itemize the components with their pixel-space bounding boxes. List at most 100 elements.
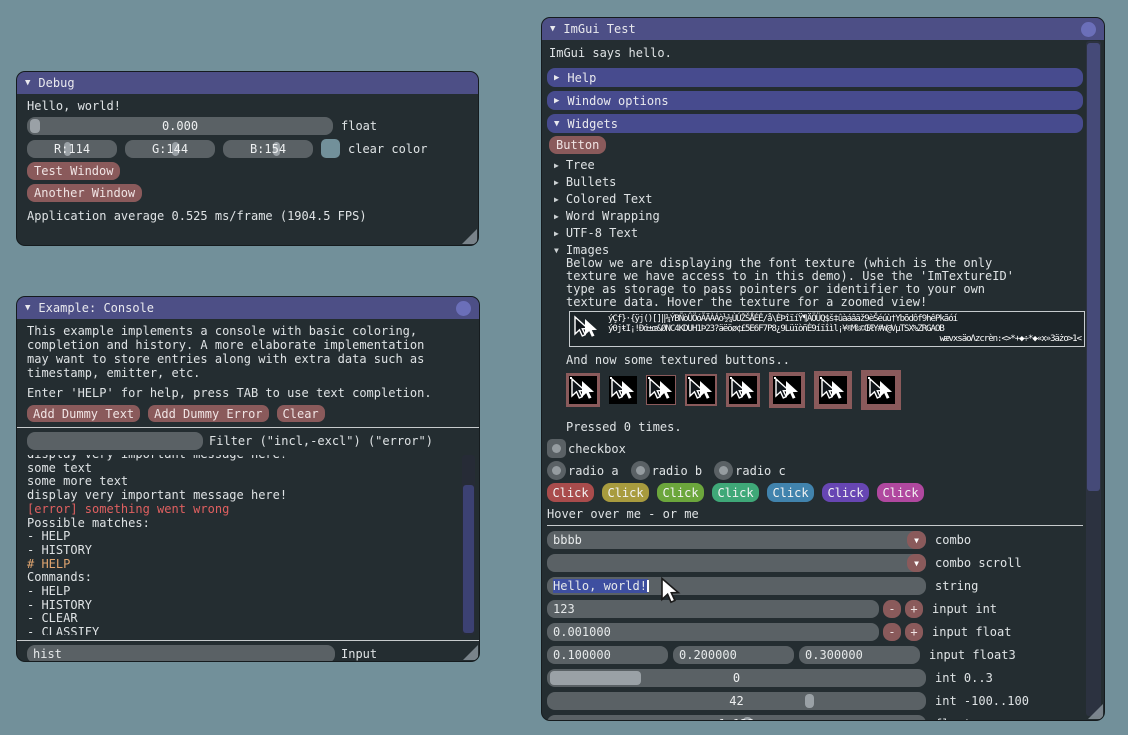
input-float-field[interactable]: 0.001000 — [547, 623, 879, 641]
color-slider[interactable]: G:144 — [125, 140, 215, 158]
checkbox[interactable] — [547, 439, 566, 458]
console-titlebar[interactable]: ▼ Example: Console — [17, 297, 479, 319]
string-input[interactable]: Hello, world! — [547, 577, 926, 595]
image-button[interactable] — [685, 374, 717, 406]
clear-button[interactable]: Clear — [277, 405, 325, 422]
slider-value: B:154 — [223, 140, 313, 158]
tree-item-tree[interactable]: ▶Tree — [547, 158, 1083, 172]
debug-titlebar[interactable]: ▼ Debug — [17, 72, 478, 94]
resize-grip[interactable] — [1088, 704, 1103, 719]
slider-value: R:114 — [27, 140, 117, 158]
console-log[interactable]: display very important message here!some… — [27, 455, 475, 635]
chevron-down-icon: ▼ — [914, 559, 919, 568]
test-window-button[interactable]: Test Window — [27, 162, 120, 180]
cursor-pair-icon — [819, 376, 847, 404]
slider-int-100[interactable]: 42 — [547, 692, 926, 710]
log-line: - HISTORY — [27, 544, 475, 558]
input-int-field[interactable]: 123 — [547, 600, 879, 618]
log-line: - HELP — [27, 530, 475, 544]
click-button[interactable]: Click — [657, 483, 704, 502]
combo[interactable]: bbbb ▼ — [547, 531, 926, 549]
widgets-button[interactable]: Button — [549, 136, 606, 154]
tree-item-label: UTF-8 Text — [566, 226, 638, 240]
images-description-line: texture data. Hover the texture for a zo… — [566, 296, 1083, 309]
resize-grip[interactable] — [462, 229, 477, 244]
input-int-label: input int — [932, 602, 997, 616]
cursor-texture-image — [867, 376, 895, 404]
image-button[interactable] — [566, 373, 600, 407]
collapse-arrow-icon[interactable]: ▼ — [25, 304, 30, 313]
scrollbar-thumb[interactable] — [463, 485, 474, 633]
close-button[interactable] — [1081, 22, 1096, 37]
slider-float-label: float — [935, 717, 971, 721]
combo-scroll[interactable]: ▼ — [547, 554, 926, 572]
add-dummy-error-button[interactable]: Add Dummy Error — [148, 405, 268, 422]
add-dummy-text-button[interactable]: Add Dummy Text — [27, 405, 140, 422]
imgui-test-titlebar[interactable]: ▼ ImGui Test — [542, 18, 1104, 40]
tree-item-word-wrapping[interactable]: ▶Word Wrapping — [547, 209, 1083, 223]
collapse-arrow-icon[interactable]: ▼ — [25, 79, 30, 88]
console-intro-text: This example implements a console with b… — [27, 324, 469, 380]
input-float3-y[interactable]: 0.200000 — [673, 646, 794, 664]
radio-button-b[interactable] — [631, 461, 650, 480]
minus-button[interactable]: - — [883, 600, 901, 618]
click-button[interactable]: Click — [822, 483, 869, 502]
click-button[interactable]: Click — [602, 483, 649, 502]
filter-label: Filter ("incl,-excl") ("error") — [209, 434, 433, 448]
header-widgets[interactable]: ▼ Widgets — [547, 114, 1083, 133]
image-button[interactable] — [609, 376, 637, 404]
input-float3-z[interactable]: 0.300000 — [799, 646, 920, 664]
tree-item-colored-text[interactable]: ▶Colored Text — [547, 192, 1083, 206]
tree-item-bullets[interactable]: ▶ Bullets — [547, 175, 1083, 189]
tree-item-utf-8-text[interactable]: ▶UTF-8 Text — [547, 226, 1083, 240]
image-button[interactable] — [769, 372, 805, 408]
tree-arrow-icon: ▶ — [554, 178, 559, 187]
minus-button[interactable]: - — [883, 623, 901, 641]
collapse-arrow-icon[interactable]: ▼ — [550, 25, 555, 34]
radio-label: radio b — [652, 464, 703, 478]
radio-button-c[interactable] — [714, 461, 733, 480]
clear-color-label: clear color — [348, 142, 427, 156]
header-window-options[interactable]: ▶ Window options — [547, 91, 1083, 110]
image-button[interactable] — [726, 373, 760, 407]
another-window-button[interactable]: Another Window — [27, 184, 142, 202]
scrollbar-track[interactable] — [462, 455, 475, 635]
color-slider[interactable]: R:114 — [27, 140, 117, 158]
input-float3-x[interactable]: 0.100000 — [547, 646, 668, 664]
image-button[interactable] — [861, 370, 901, 410]
float-slider[interactable]: 0.000 — [27, 117, 333, 135]
slider-float[interactable]: 1.123 — [547, 715, 926, 721]
plus-button[interactable]: + — [905, 623, 923, 641]
tree-item-label: Word Wrapping — [566, 209, 660, 223]
image-button[interactable] — [814, 371, 852, 409]
tree-arrow-icon: ▶ — [554, 161, 559, 170]
plus-button[interactable]: + — [905, 600, 923, 618]
scrollbar-track[interactable] — [1086, 41, 1101, 716]
resize-grip[interactable] — [463, 645, 478, 660]
scrollbar-thumb[interactable] — [1087, 43, 1100, 491]
combo-arrow-button[interactable]: ▼ — [907, 554, 926, 572]
checkbox-label: checkbox — [568, 442, 626, 456]
console-input[interactable]: hist — [27, 645, 335, 662]
click-button[interactable]: Click — [877, 483, 924, 502]
click-button[interactable]: Click — [767, 483, 814, 502]
header-help[interactable]: ▶ Help — [547, 68, 1083, 87]
tree-item-label: Bullets — [566, 175, 617, 189]
clear-color-swatch[interactable] — [321, 139, 340, 158]
click-button[interactable]: Click — [547, 483, 594, 502]
window-title: Example: Console — [38, 301, 154, 315]
log-line: - CLEAR — [27, 612, 475, 626]
color-slider[interactable]: B:154 — [223, 140, 313, 158]
selected-text: Hello, world! — [553, 579, 648, 593]
tree-item-images[interactable]: ▼Images — [547, 243, 1083, 257]
radio-label: radio c — [735, 464, 786, 478]
slider-int-0-3[interactable]: 0 — [547, 669, 926, 687]
slider-label: float — [341, 119, 377, 133]
image-button[interactable] — [646, 375, 676, 405]
radio-button-a[interactable] — [547, 461, 566, 480]
combo-arrow-button[interactable]: ▼ — [907, 531, 926, 549]
font-texture-image[interactable]: ýÇf}·{ÿj()[]‖¼ÝBÑòÛÖóÃÄÀÁò½¼ÙÚŽŠÅÉÊ/å\ÈÞ… — [569, 311, 1085, 347]
click-button[interactable]: Click — [712, 483, 759, 502]
filter-input[interactable] — [27, 432, 203, 450]
close-button[interactable] — [456, 301, 471, 316]
